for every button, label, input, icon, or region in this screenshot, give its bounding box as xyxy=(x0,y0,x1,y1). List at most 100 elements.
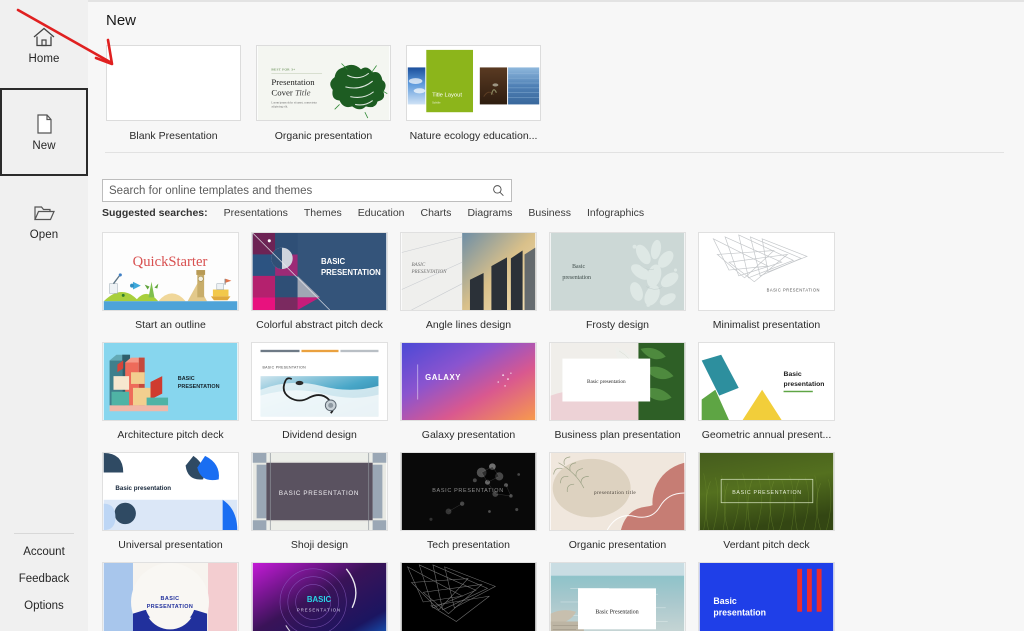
search-icon[interactable] xyxy=(492,184,505,197)
template-thumbnail[interactable]: Basic presentation xyxy=(698,342,835,421)
template-card-shoji-design[interactable]: BASIC PRESENTATION Shoji design xyxy=(251,452,400,562)
template-card-angle-lines-design[interactable]: BASIC PRESENTATION Angle lines design xyxy=(400,232,549,342)
sidebar-item-label: New xyxy=(32,139,56,152)
template-label: Start an outline xyxy=(135,319,206,331)
home-icon xyxy=(32,26,56,48)
template-thumbnail[interactable]: GALAXY xyxy=(400,342,537,421)
template-thumbnail[interactable]: BEST FOR 3+ Presentation Cover Title Lor… xyxy=(256,45,391,121)
template-label: Shoji design xyxy=(290,539,349,551)
svg-text:presentation: presentation xyxy=(713,608,766,618)
svg-text:Cover Title: Cover Title xyxy=(271,88,310,98)
template-thumbnail[interactable]: BASIC PRESENTATION xyxy=(400,232,537,311)
suggested-searches-label: Suggested searches: xyxy=(102,207,208,219)
template-card-nature-ecology-education[interactable]: Title Layout Subtitle Nature ecology edu… xyxy=(406,45,541,142)
svg-text:GALAXY: GALAXY xyxy=(425,373,461,382)
template-thumbnail[interactable] xyxy=(106,45,241,121)
sidebar-item-new[interactable]: New xyxy=(0,88,88,176)
backstage-main-pane: New Blank Presentation BEST FOR 3+ Prese… xyxy=(88,0,1024,631)
page-title: New xyxy=(106,12,137,29)
template-card-minimalist-presentation[interactable]: BASIC PRESENTATION Minimalist presentati… xyxy=(698,232,847,342)
template-thumbnail[interactable]: Basic presentation xyxy=(102,452,239,531)
suggested-search-themes[interactable]: Themes xyxy=(304,207,342,219)
sidebar-item-label: Home xyxy=(28,52,60,65)
search-box[interactable] xyxy=(102,179,512,202)
sidebar-item-home[interactable]: Home xyxy=(0,14,88,76)
template-card-universal-presentation[interactable]: Basic presentation Universal presentatio… xyxy=(102,452,251,562)
template-thumbnail[interactable]: BASIC PRESENTATION xyxy=(251,232,388,311)
template-card-start-an-outline[interactable]: QuickStarter Start an outline xyxy=(102,232,251,342)
template-card-colorful-abstract-pitch-deck[interactable]: BASIC PRESENTATION Colorful abstract pit… xyxy=(251,232,400,342)
sidebar-item-account[interactable]: Account xyxy=(0,546,88,558)
template-card-blank-presentation[interactable]: Blank Presentation xyxy=(106,45,241,142)
template-thumbnail[interactable]: BASIC PRESENTATION xyxy=(400,452,537,531)
template-card-tech-presentation[interactable]: BASIC PRESENTATION Tech presentation xyxy=(400,452,549,562)
template-thumbnail[interactable]: Title Layout Subtitle xyxy=(406,45,541,121)
svg-text:PRESENTATION: PRESENTATION xyxy=(410,269,447,275)
svg-text:QuickStarter: QuickStarter xyxy=(133,254,208,270)
top-divider xyxy=(88,0,1024,2)
template-label: Nature ecology education... xyxy=(409,130,538,142)
template-label: Organic presentation xyxy=(274,130,373,142)
template-card-organic-presentation-2[interactable]: presentation title Organic presentation xyxy=(549,452,698,562)
svg-text:Title Layout: Title Layout xyxy=(432,93,462,99)
template-card-geometric-annual-presentation[interactable]: Basic presentation Geometric annual pres… xyxy=(698,342,847,452)
template-card-row4-black-lines[interactable] xyxy=(400,562,549,631)
template-thumbnail[interactable]: BASIC PRESENTATION xyxy=(251,452,388,531)
section-divider xyxy=(105,152,1004,153)
template-label: Angle lines design xyxy=(425,319,512,331)
svg-text:Subtitle: Subtitle xyxy=(432,101,441,104)
template-thumbnail[interactable]: BASIC PRESENTATION xyxy=(251,342,388,421)
sidebar-item-feedback[interactable]: Feedback xyxy=(0,573,88,585)
template-card-row4-blue-red-stripes[interactable]: Basic presentation xyxy=(698,562,847,631)
template-thumbnail[interactable]: Basic Presentation xyxy=(549,562,686,631)
template-thumbnail[interactable]: BASIC PRESENTATION xyxy=(102,342,239,421)
suggested-search-charts[interactable]: Charts xyxy=(421,207,452,219)
template-label: Galaxy presentation xyxy=(421,429,516,441)
suggested-search-diagrams[interactable]: Diagrams xyxy=(467,207,512,219)
template-thumbnail[interactable]: Basic presentation xyxy=(698,562,835,631)
template-card-row4-purple-rings[interactable]: BASIC PRESENTATION xyxy=(251,562,400,631)
svg-text:Basic: Basic xyxy=(713,596,737,606)
open-folder-icon xyxy=(32,202,56,224)
svg-text:Presentation: Presentation xyxy=(271,77,315,87)
template-thumbnail[interactable]: BASIC PRESENTATION xyxy=(698,232,835,311)
template-thumbnail[interactable]: presentation title xyxy=(549,452,686,531)
template-thumbnail[interactable]: BASIC PRESENTATION xyxy=(102,562,239,631)
template-card-galaxy-presentation[interactable]: GALAXY Galaxy presentation xyxy=(400,342,549,452)
template-card-row4-blue-circle[interactable]: BASIC PRESENTATION xyxy=(102,562,251,631)
template-label: Architecture pitch deck xyxy=(117,429,224,441)
suggested-search-business[interactable]: Business xyxy=(528,207,571,219)
svg-text:BEST FOR 3+: BEST FOR 3+ xyxy=(271,67,295,71)
svg-text:BASIC: BASIC xyxy=(411,262,425,268)
backstage-sidebar: Home New Open Account Feedback Options xyxy=(0,0,88,631)
template-card-verdant-pitch-deck[interactable]: BASIC PRESENTATION Verdant pitch deck xyxy=(698,452,847,562)
template-thumbnail[interactable]: QuickStarter xyxy=(102,232,239,311)
template-card-frosty-design[interactable]: Basic presentation Frosty design xyxy=(549,232,698,342)
template-card-architecture-pitch-deck[interactable]: BASIC PRESENTATION Architecture pitch de… xyxy=(102,342,251,452)
svg-text:BASIC PRESENTATION: BASIC PRESENTATION xyxy=(732,490,802,496)
sidebar-item-open[interactable]: Open xyxy=(0,190,88,252)
suggested-search-presentations[interactable]: Presentations xyxy=(224,207,288,219)
svg-text:BASIC: BASIC xyxy=(321,257,346,266)
suggested-search-infographics[interactable]: Infographics xyxy=(587,207,644,219)
template-thumbnail[interactable]: BASIC PRESENTATION xyxy=(251,562,388,631)
search-input[interactable] xyxy=(109,184,492,197)
svg-text:adipiscing elit.: adipiscing elit. xyxy=(271,104,288,108)
svg-text:BASIC PRESENTATION: BASIC PRESENTATION xyxy=(432,488,504,494)
sidebar-item-label: Open xyxy=(29,228,59,241)
sidebar-divider xyxy=(14,533,74,534)
template-thumbnail[interactable]: Basic presentation xyxy=(549,342,686,421)
template-thumbnail[interactable]: BASIC PRESENTATION xyxy=(698,452,835,531)
svg-text:Basic: Basic xyxy=(572,264,585,270)
search-area xyxy=(102,179,512,202)
template-card-row4-beach[interactable]: Basic Presentation xyxy=(549,562,698,631)
template-label: Blank Presentation xyxy=(129,130,218,142)
template-label: Business plan presentation xyxy=(554,429,681,441)
template-card-dividend-design[interactable]: BASIC PRESENTATION Dividend design xyxy=(251,342,400,452)
template-thumbnail[interactable] xyxy=(400,562,537,631)
template-card-business-plan-presentation[interactable]: Basic presentation Business plan present… xyxy=(549,342,698,452)
template-card-organic-presentation[interactable]: BEST FOR 3+ Presentation Cover Title Lor… xyxy=(256,45,391,142)
template-thumbnail[interactable]: Basic presentation xyxy=(549,232,686,311)
suggested-search-education[interactable]: Education xyxy=(358,207,405,219)
sidebar-item-options[interactable]: Options xyxy=(0,600,88,612)
